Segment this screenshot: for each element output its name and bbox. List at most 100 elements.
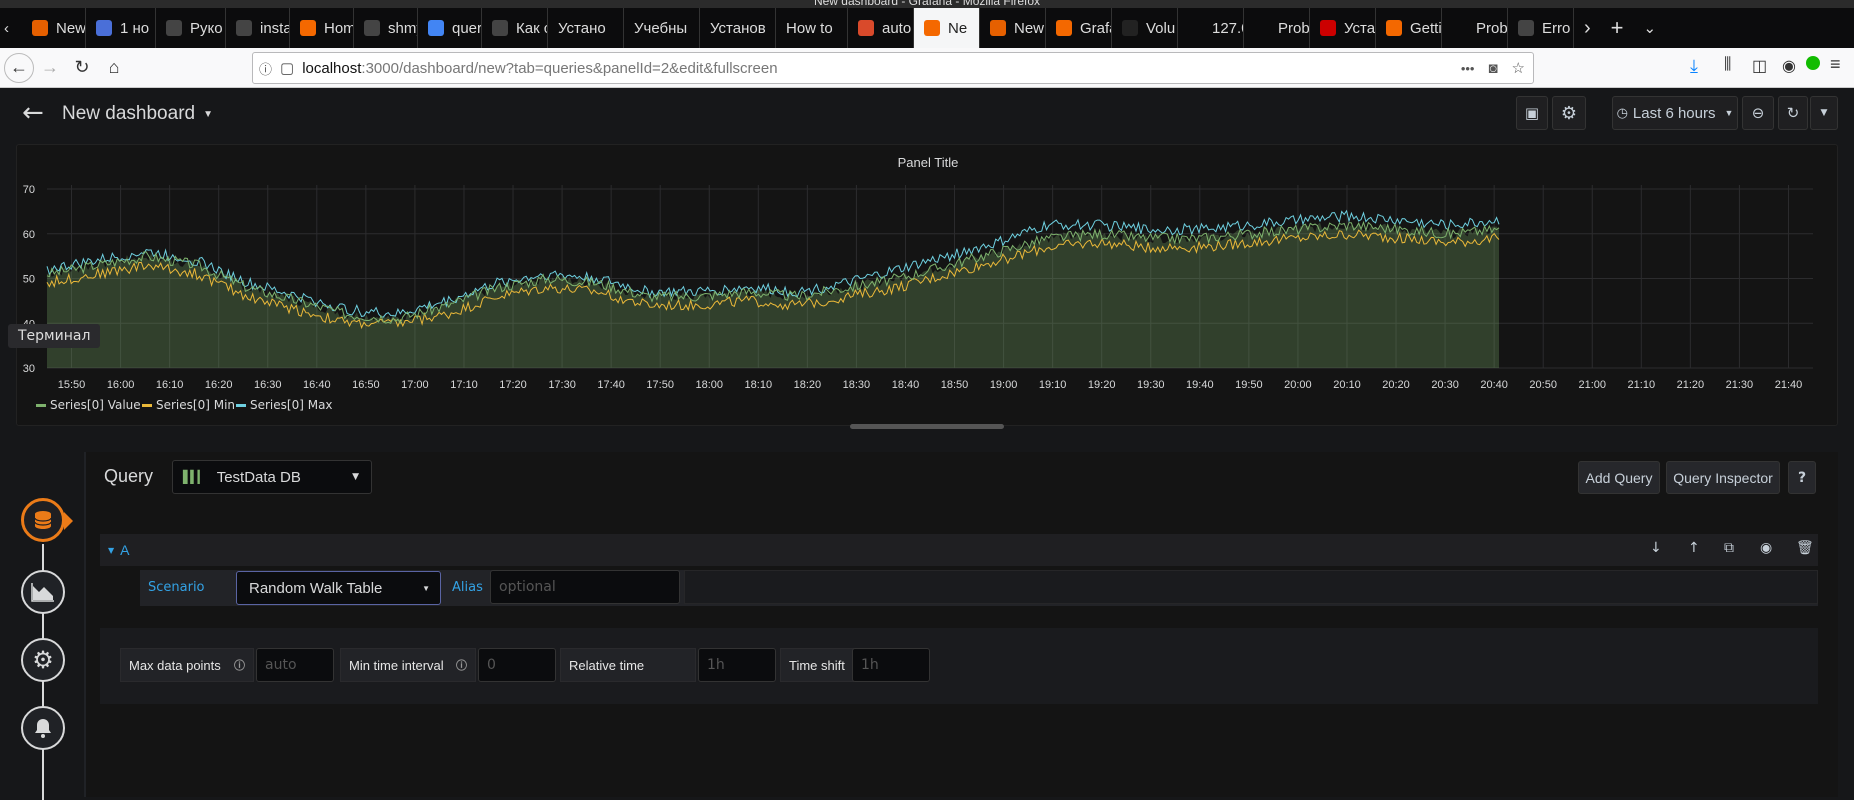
browser-tab[interactable]: shmy bbox=[354, 8, 418, 48]
legend-item[interactable]: Series[0] Value bbox=[36, 398, 141, 412]
grafana-icon bbox=[300, 20, 316, 36]
info-icon[interactable]: ⓘ bbox=[234, 657, 245, 673]
panel-resize-handle[interactable] bbox=[850, 424, 1004, 429]
browser-tab[interactable]: insta bbox=[226, 8, 290, 48]
browser-tab[interactable]: auto bbox=[848, 8, 914, 48]
query-section-title: Query bbox=[104, 466, 153, 487]
browser-tab[interactable]: New bbox=[22, 8, 86, 48]
download-icon[interactable]: ⤓ bbox=[1690, 56, 1698, 77]
browser-tab[interactable]: New bbox=[980, 8, 1046, 48]
browser-tab[interactable]: Устано bbox=[548, 8, 624, 48]
browser-tab[interactable]: Установ bbox=[700, 8, 776, 48]
tab-label: Учебны bbox=[634, 20, 687, 37]
queries-tab-icon[interactable] bbox=[21, 498, 65, 542]
forward-icon[interactable]: → bbox=[34, 52, 66, 84]
warning-icon bbox=[1188, 20, 1204, 36]
min-time-interval-label-text: Min time interval bbox=[349, 658, 444, 673]
legend-item[interactable]: Series[0] Min bbox=[142, 398, 235, 412]
zoom-out-button[interactable]: ⊖ bbox=[1742, 96, 1774, 130]
sidebar-icon[interactable]: ◫ bbox=[1752, 56, 1767, 76]
caret-down-icon: ▼ bbox=[1821, 108, 1828, 118]
browser-tab[interactable]: Prob bbox=[1244, 8, 1310, 48]
bookmark-star-icon[interactable]: ☆ bbox=[1512, 59, 1525, 77]
time-shift-input[interactable]: 1h bbox=[852, 648, 930, 682]
relative-time-label-text: Relative time bbox=[569, 658, 644, 673]
browser-tab[interactable]: Как с bbox=[482, 8, 548, 48]
browser-tab[interactable]: 127.0 bbox=[1178, 8, 1244, 48]
browser-tab[interactable]: Руко bbox=[156, 8, 226, 48]
arrow-left-icon[interactable]: ← bbox=[22, 98, 44, 128]
save-button[interactable]: ▣ bbox=[1516, 96, 1548, 130]
browser-tab[interactable]: Getti bbox=[1376, 8, 1442, 48]
duplicate-icon[interactable]: ⧉ bbox=[1724, 540, 1734, 556]
datasource-picker[interactable]: ▌▍▎ TestData DB ▼ bbox=[172, 460, 372, 494]
tab-scroll-left[interactable]: ‹ bbox=[0, 8, 22, 48]
back-icon[interactable]: ← bbox=[4, 53, 34, 83]
window-title: New dashboard - Grafana - Mozilla Firefo… bbox=[0, 0, 1854, 8]
url-bar[interactable]: ⓘ ▢ localhost :3000/dashboard/new?tab=qu… bbox=[252, 52, 1534, 84]
scenario-value: Random Walk Table bbox=[249, 580, 382, 597]
tab-label: Prob bbox=[1476, 20, 1508, 37]
x-tick-label: 16:40 bbox=[303, 379, 331, 391]
add-query-button[interactable]: Add Query bbox=[1578, 461, 1660, 494]
new-tab-button[interactable]: + bbox=[1601, 8, 1634, 48]
relative-time-input[interactable]: 1h bbox=[698, 648, 776, 682]
tab-list-button[interactable]: ⌄ bbox=[1634, 8, 1667, 48]
tab-scroll-right-button[interactable]: › bbox=[1574, 8, 1601, 48]
max-data-points-input[interactable]: auto bbox=[256, 648, 334, 682]
move-down-icon[interactable]: ↓ bbox=[1650, 540, 1662, 556]
browser-tab[interactable]: Устан bbox=[1310, 8, 1376, 48]
min-time-interval-input[interactable]: 0 bbox=[478, 648, 556, 682]
settings-button[interactable]: ⚙ bbox=[1552, 96, 1586, 130]
info-icon[interactable]: ⓘ bbox=[456, 657, 467, 673]
tab-label: Volu bbox=[1146, 20, 1175, 37]
move-up-icon[interactable]: ↑ bbox=[1688, 540, 1700, 556]
reload-icon[interactable]: ↻ bbox=[66, 52, 98, 84]
graph-panel[interactable]: Panel Title706050403015:5016:0016:1016:2… bbox=[16, 144, 1838, 426]
x-tick-label: 18:10 bbox=[745, 379, 773, 391]
query-row-header[interactable]: ▼ A ↓ ↑ ⧉ ◉ 🗑 bbox=[100, 534, 1818, 566]
x-tick-label: 18:50 bbox=[941, 379, 969, 391]
extension-icon[interactable] bbox=[1806, 56, 1820, 70]
legend-item[interactable]: Series[0] Max bbox=[236, 398, 333, 412]
alias-input[interactable]: optional bbox=[490, 570, 680, 604]
general-settings-tab-icon[interactable]: ⚙ bbox=[21, 638, 65, 682]
browser-tab[interactable]: Grafa bbox=[1046, 8, 1112, 48]
browser-tab[interactable]: 1 но bbox=[86, 8, 156, 48]
page-actions-icon[interactable]: ••• bbox=[1461, 61, 1475, 76]
grafana-icon bbox=[924, 20, 940, 36]
refresh-interval-button[interactable]: ▼ bbox=[1810, 96, 1838, 130]
library-icon[interactable]: ⫼ bbox=[1724, 56, 1731, 74]
info-icon[interactable]: ⓘ bbox=[259, 59, 272, 78]
x-tick-label: 20:00 bbox=[1284, 379, 1312, 391]
scenario-select[interactable]: Random Walk Table ▼ bbox=[236, 571, 441, 605]
browser-tab[interactable]: Ne× bbox=[914, 8, 980, 48]
browser-tab[interactable]: Prob bbox=[1442, 8, 1508, 48]
browser-tab[interactable]: quer bbox=[418, 8, 482, 48]
account-icon[interactable]: ◉ bbox=[1782, 56, 1796, 76]
x-tick-label: 20:10 bbox=[1333, 379, 1361, 391]
home-icon[interactable]: ⌂ bbox=[98, 52, 130, 84]
refresh-button[interactable]: ↻ bbox=[1778, 96, 1808, 130]
time-picker-button[interactable]: ◷ Last 6 hours ▼ bbox=[1612, 96, 1738, 130]
browser-tab[interactable]: How to bbox=[776, 8, 848, 48]
browser-tab[interactable]: Volu bbox=[1112, 8, 1178, 48]
query-inspector-button[interactable]: Query Inspector bbox=[1666, 461, 1780, 494]
datasource-name: TestData DB bbox=[217, 469, 301, 486]
visualization-tab-icon[interactable] bbox=[21, 570, 65, 614]
eye-icon[interactable]: ◉ bbox=[1760, 540, 1772, 556]
alert-tab-icon[interactable] bbox=[21, 706, 65, 750]
trash-icon[interactable]: 🗑 bbox=[1796, 540, 1814, 556]
firefox-icon bbox=[990, 20, 1006, 36]
menu-icon[interactable]: ≡ bbox=[1830, 54, 1841, 75]
pocket-icon[interactable]: ◙ bbox=[1488, 60, 1497, 77]
browser-tab[interactable]: Erro bbox=[1508, 8, 1574, 48]
x-tick-label: 17:00 bbox=[401, 379, 429, 391]
browser-tab[interactable]: Hom bbox=[290, 8, 354, 48]
help-button[interactable]: ? bbox=[1788, 461, 1816, 494]
query-ref-id[interactable]: A bbox=[120, 542, 129, 558]
dashboard-title[interactable]: New dashboard ▼ bbox=[62, 103, 213, 125]
browser-tab[interactable]: Учебны bbox=[624, 8, 700, 48]
tab-label: Устано bbox=[558, 20, 606, 37]
y-tick-label: 60 bbox=[23, 229, 35, 241]
